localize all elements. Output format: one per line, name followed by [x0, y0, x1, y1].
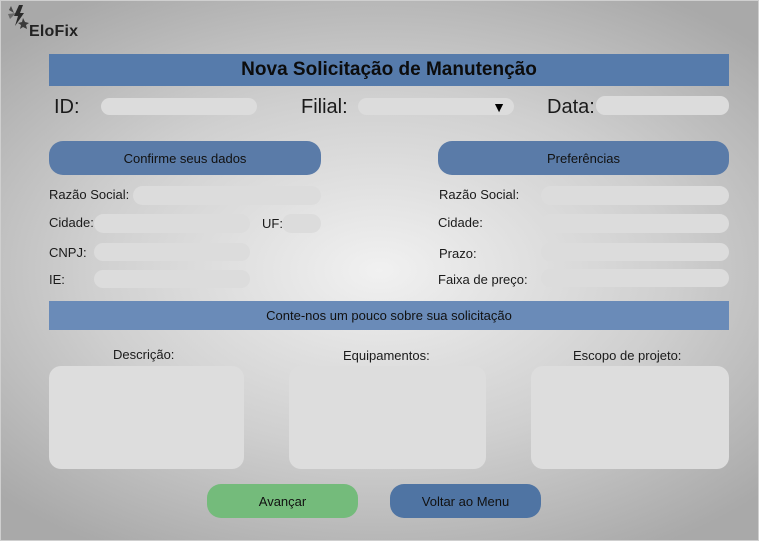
cidade-field[interactable]: [94, 214, 250, 233]
cnpj-field[interactable]: [94, 243, 250, 261]
preferences-button[interactable]: Preferências: [438, 141, 729, 175]
pref-cidade-field[interactable]: [541, 214, 729, 233]
faixa-preco-field[interactable]: [541, 269, 729, 287]
razao-social-field[interactable]: [133, 186, 321, 205]
ie-label: IE:: [49, 272, 65, 287]
request-section-banner: Conte-nos um pouco sobre sua solicitação: [49, 301, 729, 330]
uf-label: UF:: [262, 216, 283, 231]
ie-field[interactable]: [94, 270, 250, 288]
data-label: Data:: [547, 96, 595, 118]
date-field[interactable]: [596, 96, 729, 115]
advance-button[interactable]: Avançar: [207, 484, 358, 518]
back-to-menu-button[interactable]: Voltar ao Menu: [390, 484, 541, 518]
page-title-banner: Nova Solicitação de Manutenção: [49, 54, 729, 86]
dropdown-arrow-icon[interactable]: ▼: [492, 99, 506, 115]
pref-razao-social-label: Razão Social:: [439, 187, 520, 202]
equipamentos-label: Equipamentos:: [343, 348, 430, 363]
request-section-label: Conte-nos um pouco sobre sua solicitação: [266, 308, 512, 323]
pref-razao-social-field[interactable]: [541, 186, 729, 205]
advance-label: Avançar: [258, 493, 307, 509]
page-title: Nova Solicitação de Manutenção: [241, 59, 537, 80]
faixa-preco-label: Faixa de preço:: [438, 272, 528, 287]
descricao-label: Descrição:: [113, 347, 175, 362]
descricao-textarea[interactable]: [49, 366, 244, 469]
confirm-data-button[interactable]: Confirme seus dados: [49, 141, 321, 175]
id-field[interactable]: [101, 98, 257, 115]
equipamentos-textarea[interactable]: [289, 366, 486, 469]
pref-cidade-label: Cidade:: [438, 215, 483, 230]
razao-social-label: Razão Social:: [49, 187, 130, 202]
escopo-textarea[interactable]: [531, 366, 729, 469]
id-label: ID:: [54, 96, 80, 118]
uf-field[interactable]: [282, 214, 321, 233]
escopo-label: Escopo de projeto:: [573, 348, 682, 363]
preferences-label: Preferências: [547, 150, 620, 166]
app-window: EloFix Nova Solicitação de Manutenção ID…: [0, 0, 759, 541]
filial-select[interactable]: ▼: [358, 98, 514, 115]
cidade-label: Cidade:: [49, 215, 94, 230]
prazo-label: Prazo:: [439, 246, 477, 261]
cnpj-label: CNPJ:: [49, 245, 87, 260]
lightning-star-icon: [8, 5, 29, 29]
filial-label: Filial:: [301, 96, 348, 118]
confirm-data-label: Confirme seus dados: [123, 150, 247, 166]
prazo-field[interactable]: [541, 243, 729, 261]
back-to-menu-label: Voltar ao Menu: [421, 493, 510, 509]
brand-name: EloFix: [29, 23, 79, 40]
